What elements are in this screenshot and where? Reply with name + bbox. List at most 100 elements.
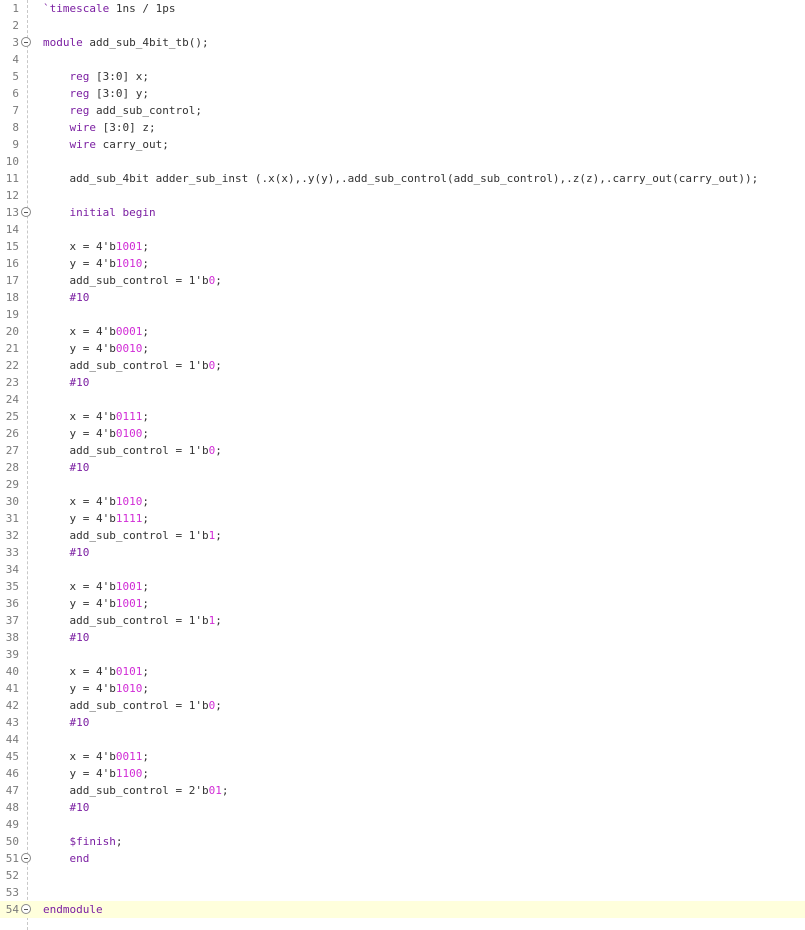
number-token: 1010 — [115, 257, 143, 270]
code-line[interactable]: 11 add_sub_4bit adder_sub_inst (.x(x),.y… — [0, 170, 805, 187]
code-line[interactable]: 39 — [0, 646, 805, 663]
code-line[interactable]: 43 #10 — [0, 714, 805, 731]
line-number: 49 — [5, 818, 19, 831]
line-number: 9 — [12, 138, 19, 151]
code-line[interactable]: 10 — [0, 153, 805, 170]
text-token: ; — [142, 325, 149, 338]
code-line[interactable]: 49 — [0, 816, 805, 833]
line-number: 5 — [12, 70, 19, 83]
code-line[interactable]: 47 add_sub_control = 2'b01; — [0, 782, 805, 799]
keyword-token: #10 — [69, 291, 90, 304]
code-line[interactable]: 37 add_sub_control = 1'b1; — [0, 612, 805, 629]
line-number: 14 — [5, 223, 19, 236]
code-line[interactable]: 51 end — [0, 850, 805, 867]
line-code: #10 — [43, 629, 90, 646]
code-line[interactable]: 27 add_sub_control = 1'b0; — [0, 442, 805, 459]
code-line[interactable]: 21 y = 4'b0010; — [0, 340, 805, 357]
line-code: wire [3:0] z; — [43, 119, 156, 136]
code-line[interactable]: 45 x = 4'b0011; — [0, 748, 805, 765]
code-line[interactable]: 16 y = 4'b1010; — [0, 255, 805, 272]
code-line[interactable]: 28 #10 — [0, 459, 805, 476]
keyword-token: wire — [69, 121, 97, 134]
line-number: 25 — [5, 410, 19, 423]
code-line[interactable]: 52 — [0, 867, 805, 884]
line-number: 15 — [5, 240, 19, 253]
code-line[interactable]: 15 x = 4'b1001; — [0, 238, 805, 255]
code-line[interactable]: 54 endmodule — [0, 901, 805, 918]
code-line[interactable]: 17 add_sub_control = 1'b0; — [0, 272, 805, 289]
code-line[interactable]: 36 y = 4'b1001; — [0, 595, 805, 612]
code-line[interactable]: 5 reg [3:0] x; — [0, 68, 805, 85]
text-token: ; — [142, 597, 149, 610]
code-line[interactable]: 50 $finish; — [0, 833, 805, 850]
code-line[interactable]: 19 — [0, 306, 805, 323]
code-line[interactable]: 30 x = 4'b1010; — [0, 493, 805, 510]
fold-toggle-icon[interactable] — [21, 853, 31, 863]
fold-toggle-icon[interactable] — [21, 37, 31, 47]
text-token: ; — [142, 750, 149, 763]
code-line[interactable]: 29 — [0, 476, 805, 493]
line-code: reg [3:0] x; — [43, 68, 149, 85]
code-line[interactable]: 22 add_sub_control = 1'b0; — [0, 357, 805, 374]
code-line[interactable]: 38 #10 — [0, 629, 805, 646]
code-line[interactable]: 26 y = 4'b0100; — [0, 425, 805, 442]
code-line[interactable]: 23 #10 — [0, 374, 805, 391]
code-line[interactable]: 14 — [0, 221, 805, 238]
text-token: ; — [215, 274, 222, 287]
code-line[interactable]: 41 y = 4'b1010; — [0, 680, 805, 697]
line-code: add_sub_control = 1'b0; — [43, 442, 222, 459]
code-editor[interactable]: 1 `timescale 1ns / 1ps 2 3 module add_sub_4b… — [0, 0, 805, 930]
code-line[interactable]: 33 #10 — [0, 544, 805, 561]
number-token: 1111 — [115, 512, 143, 525]
code-line[interactable]: 9 wire carry_out; — [0, 136, 805, 153]
code-line[interactable]: 2 — [0, 17, 805, 34]
code-line[interactable]: 42 add_sub_control = 1'b0; — [0, 697, 805, 714]
text-token: x = 4'b — [43, 410, 116, 423]
code-line[interactable]: 18 #10 — [0, 289, 805, 306]
text-token: ; — [142, 512, 149, 525]
line-number: 38 — [5, 631, 19, 644]
code-line[interactable]: 1 `timescale 1ns / 1ps — [0, 0, 805, 17]
code-line[interactable]: 13 initial begin — [0, 204, 805, 221]
text-token: add_sub_4bit_tb(); — [82, 36, 209, 49]
text-token: ; — [142, 410, 149, 423]
line-code: x = 4'b1010; — [43, 493, 149, 510]
line-number: 28 — [5, 461, 19, 474]
line-code: #10 — [43, 799, 90, 816]
code-line[interactable]: 34 — [0, 561, 805, 578]
code-line[interactable]: 32 add_sub_control = 1'b1; — [0, 527, 805, 544]
code-line[interactable]: 24 — [0, 391, 805, 408]
text-token: ; — [142, 495, 149, 508]
text-token: [3:0] y; — [89, 87, 149, 100]
code-line[interactable]: 25 x = 4'b0111; — [0, 408, 805, 425]
text-token: add_sub_control = 1'b — [43, 444, 209, 457]
text-token: [3:0] x; — [89, 70, 149, 83]
code-line[interactable]: 4 — [0, 51, 805, 68]
code-line[interactable]: 6 reg [3:0] y; — [0, 85, 805, 102]
keyword-token: module — [43, 36, 83, 49]
line-number: 26 — [5, 427, 19, 440]
code-line[interactable]: 40 x = 4'b0101; — [0, 663, 805, 680]
keyword-token: $finish — [69, 835, 116, 848]
line-code: endmodule — [43, 901, 103, 918]
code-line[interactable]: 20 x = 4'b0001; — [0, 323, 805, 340]
code-line[interactable]: 53 — [0, 884, 805, 901]
code-line[interactable]: 7 reg add_sub_control; — [0, 102, 805, 119]
line-code: x = 4'b0101; — [43, 663, 149, 680]
text-token: ; — [215, 444, 222, 457]
code-line[interactable]: 31 y = 4'b1111; — [0, 510, 805, 527]
code-line[interactable]: 35 x = 4'b1001; — [0, 578, 805, 595]
code-line[interactable]: 44 — [0, 731, 805, 748]
code-line[interactable]: 3 module add_sub_4bit_tb(); — [0, 34, 805, 51]
number-token: 1001 — [115, 580, 143, 593]
code-line[interactable]: 46 y = 4'b1100; — [0, 765, 805, 782]
fold-toggle-icon[interactable] — [21, 207, 31, 217]
line-number: 10 — [5, 155, 19, 168]
text-token: y = 4'b — [43, 682, 116, 695]
code-line[interactable]: 8 wire [3:0] z; — [0, 119, 805, 136]
code-line[interactable]: 12 — [0, 187, 805, 204]
code-line[interactable]: 48 #10 — [0, 799, 805, 816]
fold-toggle-icon[interactable] — [21, 904, 31, 914]
